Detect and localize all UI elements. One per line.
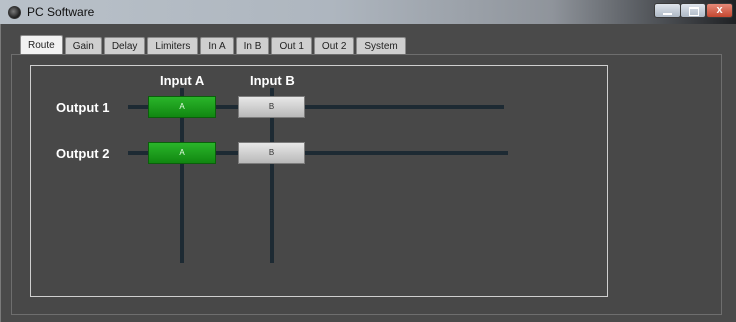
input-b-label: Input B [250, 73, 295, 88]
maximize-button[interactable] [680, 3, 706, 18]
maximize-icon [689, 7, 699, 16]
app-window: PC Software x Route Gain Delay Limiters … [0, 0, 736, 322]
tab-route[interactable]: Route [20, 35, 63, 54]
tab-gain[interactable]: Gain [64, 37, 102, 54]
output-2-label: Output 2 [56, 146, 110, 161]
close-icon: x [716, 4, 723, 16]
route-button-out2-in-b[interactable]: B [238, 142, 305, 164]
window-title: PC Software [27, 5, 95, 19]
tab-delay[interactable]: Delay [103, 37, 146, 54]
output-1-label: Output 1 [56, 100, 110, 115]
minimize-button[interactable] [654, 3, 681, 18]
input-a-label: Input A [160, 73, 205, 88]
tab-in-b[interactable]: In B [235, 37, 270, 54]
tab-out-1[interactable]: Out 1 [271, 37, 312, 54]
tab-limiters[interactable]: Limiters [147, 37, 199, 54]
close-button[interactable]: x [706, 3, 733, 18]
tab-in-a[interactable]: In A [200, 37, 234, 54]
minimize-icon [663, 13, 672, 15]
route-button-out2-in-a[interactable]: A [148, 142, 216, 164]
tab-bar: Route Gain Delay Limiters In A In B Out … [20, 35, 408, 54]
route-matrix-frame [30, 65, 608, 297]
tab-system[interactable]: System [356, 37, 406, 54]
route-button-out1-in-b[interactable]: B [238, 96, 305, 118]
title-bar[interactable]: PC Software x [0, 0, 736, 24]
app-icon [8, 6, 21, 19]
route-button-out1-in-a[interactable]: A [148, 96, 216, 118]
tab-out-2[interactable]: Out 2 [313, 37, 355, 54]
